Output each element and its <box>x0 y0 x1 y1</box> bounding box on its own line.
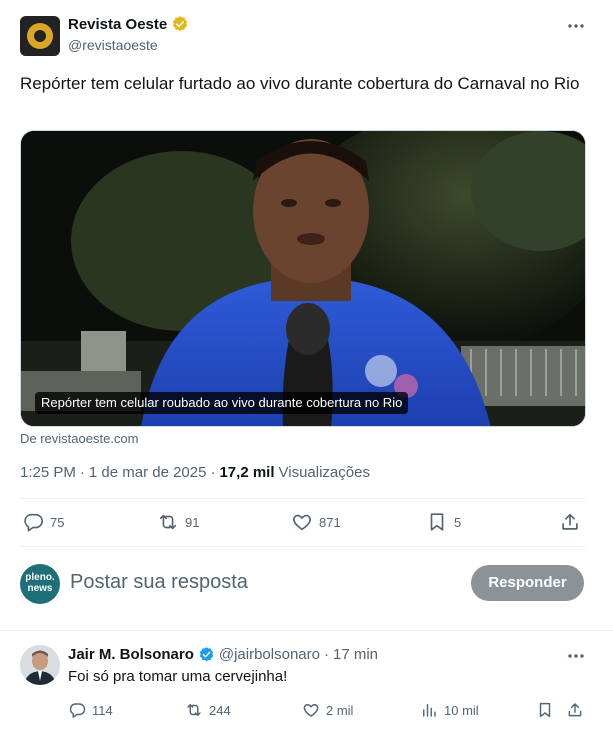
meta-separator: · <box>323 646 329 663</box>
views-label: Visualizações <box>278 464 370 481</box>
reply-count: 114 <box>92 702 113 718</box>
verified-badge-icon <box>199 647 214 662</box>
video-caption: Repórter tem celular roubado ao vivo dur… <box>35 392 409 414</box>
bookmark-icon <box>430 513 444 531</box>
reply-author-avatar[interactable] <box>20 645 60 685</box>
repost-icon <box>159 514 177 530</box>
avatar-text-line1: pleno. <box>25 572 55 583</box>
reply-count: 75 <box>50 514 65 530</box>
repost-count: 91 <box>185 514 200 530</box>
reply-author-handle[interactable]: @jairbolsonaro <box>219 646 320 663</box>
bookmark-icon <box>539 702 551 718</box>
like-icon <box>293 514 311 531</box>
share-action[interactable] <box>559 510 581 534</box>
share-icon <box>562 513 578 530</box>
views-count: 10 mil <box>444 702 479 718</box>
meta-separator: · <box>210 464 216 481</box>
more-icon[interactable] <box>566 646 586 666</box>
avatar-text-line2: news <box>27 583 53 594</box>
author-name[interactable]: Revista Oeste <box>68 16 167 33</box>
reply-author-name[interactable]: Jair M. Bolsonaro <box>68 646 194 663</box>
like-action[interactable]: 2 mil <box>302 698 353 722</box>
share-action[interactable] <box>566 698 584 722</box>
divider <box>20 546 586 547</box>
reply-text: Foi só pra tomar uma cervejinha! <box>68 668 288 685</box>
post-video[interactable]: Repórter tem celular roubado ao vivo dur… <box>20 130 586 427</box>
post-actions: 75 91 871 5 <box>20 510 586 534</box>
bookmark-count: 5 <box>454 514 462 530</box>
author-handle[interactable]: @revistaoeste <box>68 37 158 53</box>
divider <box>0 630 613 631</box>
repost-icon <box>187 704 201 716</box>
author-avatar[interactable] <box>20 16 60 56</box>
views-count: 17,2 mil <box>219 464 275 481</box>
bookmark-action[interactable] <box>536 698 554 722</box>
post-metadata: 1:25 PM · 1 de mar de 2025 · 17,2 mil Vi… <box>20 464 370 481</box>
like-count: 2 mil <box>326 702 354 718</box>
meta-separator: · <box>79 464 85 481</box>
revista-oeste-logo <box>20 16 60 56</box>
author-name-row[interactable]: Revista Oeste <box>68 15 189 33</box>
like-action[interactable]: 871 <box>291 510 341 534</box>
repost-action[interactable]: 244 <box>185 698 231 722</box>
bookmark-action[interactable]: 5 <box>426 510 461 534</box>
like-icon <box>303 704 319 717</box>
share-icon <box>568 703 582 717</box>
reply-action[interactable]: 75 <box>22 510 64 534</box>
reply-icon <box>24 513 43 532</box>
verified-badge-icon <box>173 16 188 32</box>
more-icon[interactable] <box>566 16 586 36</box>
video-thumbnail <box>21 131 585 426</box>
views-icon <box>423 704 436 717</box>
divider <box>20 498 586 499</box>
like-count: 871 <box>319 514 341 530</box>
reply-author-photo <box>20 645 60 685</box>
reply-author-row: Jair M. Bolsonaro @jairbolsonaro · 17 mi… <box>68 646 378 663</box>
reply-input[interactable]: Postar sua resposta <box>70 571 248 594</box>
reply-action[interactable]: 114 <box>68 698 113 722</box>
reply-actions: 114 244 2 mil 10 mil <box>68 698 586 720</box>
repost-count: 244 <box>209 702 231 718</box>
post-text: Repórter tem celular furtado ao vivo dur… <box>20 74 580 93</box>
reply-icon <box>69 703 86 718</box>
reply-time[interactable]: 17 min <box>333 646 378 663</box>
current-user-avatar[interactable]: pleno. news <box>20 564 60 604</box>
reply-button[interactable]: Responder <box>471 565 584 601</box>
repost-action[interactable]: 91 <box>157 510 199 534</box>
views-action[interactable]: 10 mil <box>420 698 479 722</box>
post-time[interactable]: 1:25 PM <box>20 464 76 481</box>
source-link[interactable]: De revistaoeste.com <box>20 431 139 446</box>
post-date[interactable]: 1 de mar de 2025 <box>89 464 207 481</box>
